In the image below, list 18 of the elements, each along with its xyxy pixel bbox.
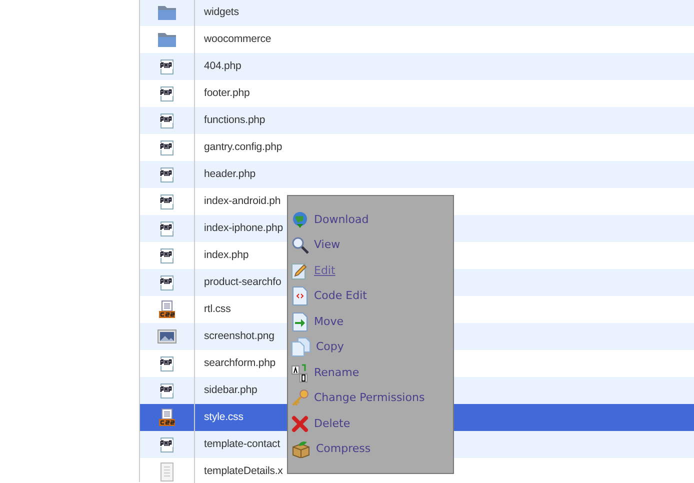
file-name: gantry.config.php <box>203 140 282 155</box>
file-name: template-contact <box>203 436 280 452</box>
file-name: searchform.php <box>203 356 276 371</box>
file-name: product-searchfo <box>203 274 282 290</box>
file-name: index-android.ph <box>203 194 281 209</box>
file-name: index.php <box>203 248 249 263</box>
file-name: 404.php <box>203 58 242 74</box>
file-name: sidebar.php <box>203 382 258 398</box>
file-name: footer.php <box>203 86 250 101</box>
file-name: woocommerce <box>203 32 272 47</box>
file-name: header.php <box>203 166 256 182</box>
file-name: style.css <box>203 410 244 425</box>
file-name: widgets <box>203 4 239 20</box>
file-name: index-iphone.php <box>203 220 283 236</box>
file-name: rtl.css <box>203 302 231 317</box>
file-name: screenshot.png <box>203 328 274 344</box>
file-name: functions.php <box>203 112 266 128</box>
file-name: templateDetails.x <box>203 464 283 479</box>
